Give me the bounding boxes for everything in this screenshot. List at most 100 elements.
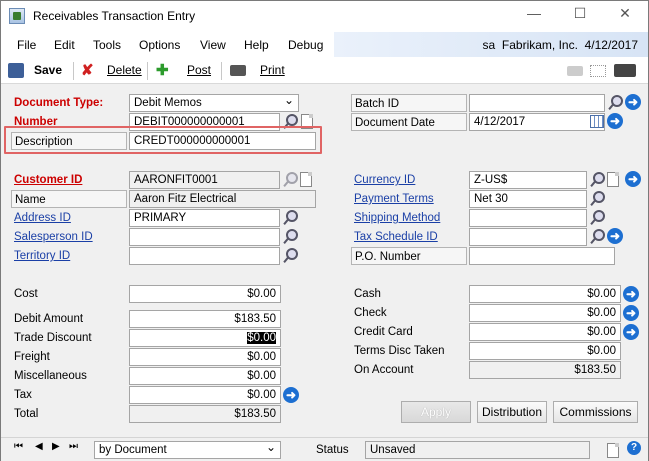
maximize-button[interactable]: ☐ <box>557 5 603 22</box>
on-account-field: $183.50 <box>469 361 621 379</box>
batch-id-field[interactable] <box>469 94 605 112</box>
post-icon[interactable]: ✚ <box>156 61 172 79</box>
post-button[interactable]: Post <box>187 63 211 77</box>
territory-lookup-icon[interactable] <box>282 247 298 263</box>
minimize-button[interactable]: — <box>511 5 557 21</box>
shipping-lookup-icon[interactable] <box>589 209 605 225</box>
payment-terms-field[interactable]: Net 30 <box>469 190 587 208</box>
shipping-method-field[interactable] <box>469 209 587 227</box>
currency-id-label[interactable]: Currency ID <box>351 171 467 189</box>
customer-id-label[interactable]: Customer ID <box>11 171 127 189</box>
total-label: Total <box>14 408 39 420</box>
menu-tools[interactable]: Tools <box>93 38 121 52</box>
batch-expand-icon[interactable]: ➜ <box>625 94 641 110</box>
batch-lookup-icon[interactable] <box>607 94 623 110</box>
terms-disc-taken-label: Terms Disc Taken <box>354 345 445 357</box>
name-label: Name <box>11 190 127 208</box>
record-note-icon[interactable] <box>607 443 619 458</box>
distribution-button[interactable]: Distribution <box>477 401 547 423</box>
description-field[interactable]: CREDT000000000001 <box>129 132 316 150</box>
debit-amount-field[interactable]: $183.50 <box>129 310 281 328</box>
menu-debug[interactable]: Debug <box>288 38 323 52</box>
tax-schedule-expand-icon[interactable]: ➜ <box>607 228 623 244</box>
territory-id-field[interactable] <box>129 247 280 265</box>
last-record-icon[interactable]: ⏭ <box>69 441 78 452</box>
tax-schedule-id-field[interactable] <box>469 228 587 246</box>
currency-lookup-icon[interactable] <box>589 171 605 187</box>
customer-note-icon[interactable] <box>300 172 312 187</box>
trade-discount-label: Trade Discount <box>14 332 92 344</box>
document-date-label: Document Date <box>351 113 467 131</box>
document-date-field[interactable]: 4/12/2017 <box>469 113 605 131</box>
salesperson-id-field[interactable] <box>129 228 280 246</box>
payment-terms-label[interactable]: Payment Terms <box>351 190 467 208</box>
terms-lookup-icon[interactable] <box>589 190 605 206</box>
next-record-icon[interactable]: ▶ <box>52 441 60 452</box>
miscellaneous-field[interactable]: $0.00 <box>129 367 281 385</box>
territory-id-label[interactable]: Territory ID <box>11 247 127 265</box>
cost-field[interactable]: $0.00 <box>129 285 281 303</box>
user-date: 4/12/2017 <box>584 38 638 52</box>
commissions-button[interactable]: Commissions <box>553 401 638 423</box>
window-title: Receivables Transaction Entry <box>33 9 196 23</box>
document-type-select[interactable]: Debit Memos <box>129 94 299 112</box>
delete-icon[interactable]: ✘ <box>81 61 97 79</box>
address-id-field[interactable]: PRIMARY <box>129 209 280 227</box>
check-field[interactable]: $0.00 <box>469 304 621 322</box>
menu-view[interactable]: View <box>200 38 226 52</box>
address-lookup-icon[interactable] <box>282 209 298 225</box>
menu-edit[interactable]: Edit <box>54 38 75 52</box>
customer-id-field[interactable]: AARONFIT0001 <box>129 171 280 189</box>
address-id-label[interactable]: Address ID <box>11 209 127 227</box>
salesperson-id-label[interactable]: Salesperson ID <box>11 228 127 246</box>
po-number-field[interactable] <box>469 247 615 265</box>
print-button[interactable]: Print <box>260 63 285 77</box>
layout-icon[interactable] <box>590 65 606 77</box>
save-icon[interactable] <box>8 63 24 78</box>
sort-order-select[interactable]: by Document <box>94 441 281 459</box>
date-expand-icon[interactable]: ➜ <box>607 113 623 129</box>
previous-record-icon[interactable]: ◀ <box>35 441 43 452</box>
menu-help[interactable]: Help <box>244 38 269 52</box>
menu-file[interactable]: File <box>17 38 36 52</box>
print-icon[interactable] <box>230 65 246 76</box>
menu-bar: sa Fabrikam, Inc. 4/12/2017 File Edit To… <box>1 32 648 57</box>
tax-schedule-lookup-icon[interactable] <box>589 228 605 244</box>
salesperson-lookup-icon[interactable] <box>282 228 298 244</box>
cash-expand-icon[interactable]: ➜ <box>623 286 639 302</box>
shipping-method-label[interactable]: Shipping Method <box>351 209 467 227</box>
menu-options[interactable]: Options <box>139 38 180 52</box>
tax-expand-icon[interactable]: ➜ <box>283 387 299 403</box>
credit-card-field[interactable]: $0.00 <box>469 323 621 341</box>
calendar-icon[interactable] <box>590 115 604 128</box>
currency-note-icon[interactable] <box>607 172 619 187</box>
close-button[interactable]: ✕ <box>602 5 648 22</box>
note-icon[interactable] <box>567 66 583 76</box>
customer-lookup-icon[interactable] <box>282 171 298 187</box>
trade-discount-value: $0.00 <box>247 332 276 344</box>
credit-card-expand-icon[interactable]: ➜ <box>623 324 639 340</box>
user-name: sa <box>482 38 496 52</box>
status-value: Unsaved <box>365 441 590 459</box>
currency-expand-icon[interactable]: ➜ <box>625 171 641 187</box>
help-icon[interactable]: ? <box>627 441 641 455</box>
document-type-label: Document Type: <box>14 97 104 109</box>
company-name: Fabrikam, Inc. <box>501 38 578 52</box>
total-field: $183.50 <box>129 405 281 423</box>
toolbar-separator <box>221 62 222 80</box>
apply-button[interactable]: Apply <box>401 401 471 423</box>
cash-field[interactable]: $0.00 <box>469 285 621 303</box>
tax-schedule-id-label[interactable]: Tax Schedule ID <box>351 228 467 246</box>
currency-id-field[interactable]: Z-US$ <box>469 171 587 189</box>
toolbar: Save ✘ Delete ✚ Post Print <box>1 57 648 84</box>
terms-disc-taken-field[interactable]: $0.00 <box>469 342 621 360</box>
delete-button[interactable]: Delete <box>107 63 142 77</box>
tax-field[interactable]: $0.00 <box>129 386 281 404</box>
printer-icon[interactable] <box>614 64 636 77</box>
trade-discount-field[interactable]: $0.00 <box>129 329 281 347</box>
save-button[interactable]: Save <box>34 63 62 77</box>
freight-field[interactable]: $0.00 <box>129 348 281 366</box>
check-expand-icon[interactable]: ➜ <box>623 305 639 321</box>
first-record-icon[interactable]: ⏮ <box>14 441 23 452</box>
po-number-label: P.O. Number <box>351 247 467 265</box>
